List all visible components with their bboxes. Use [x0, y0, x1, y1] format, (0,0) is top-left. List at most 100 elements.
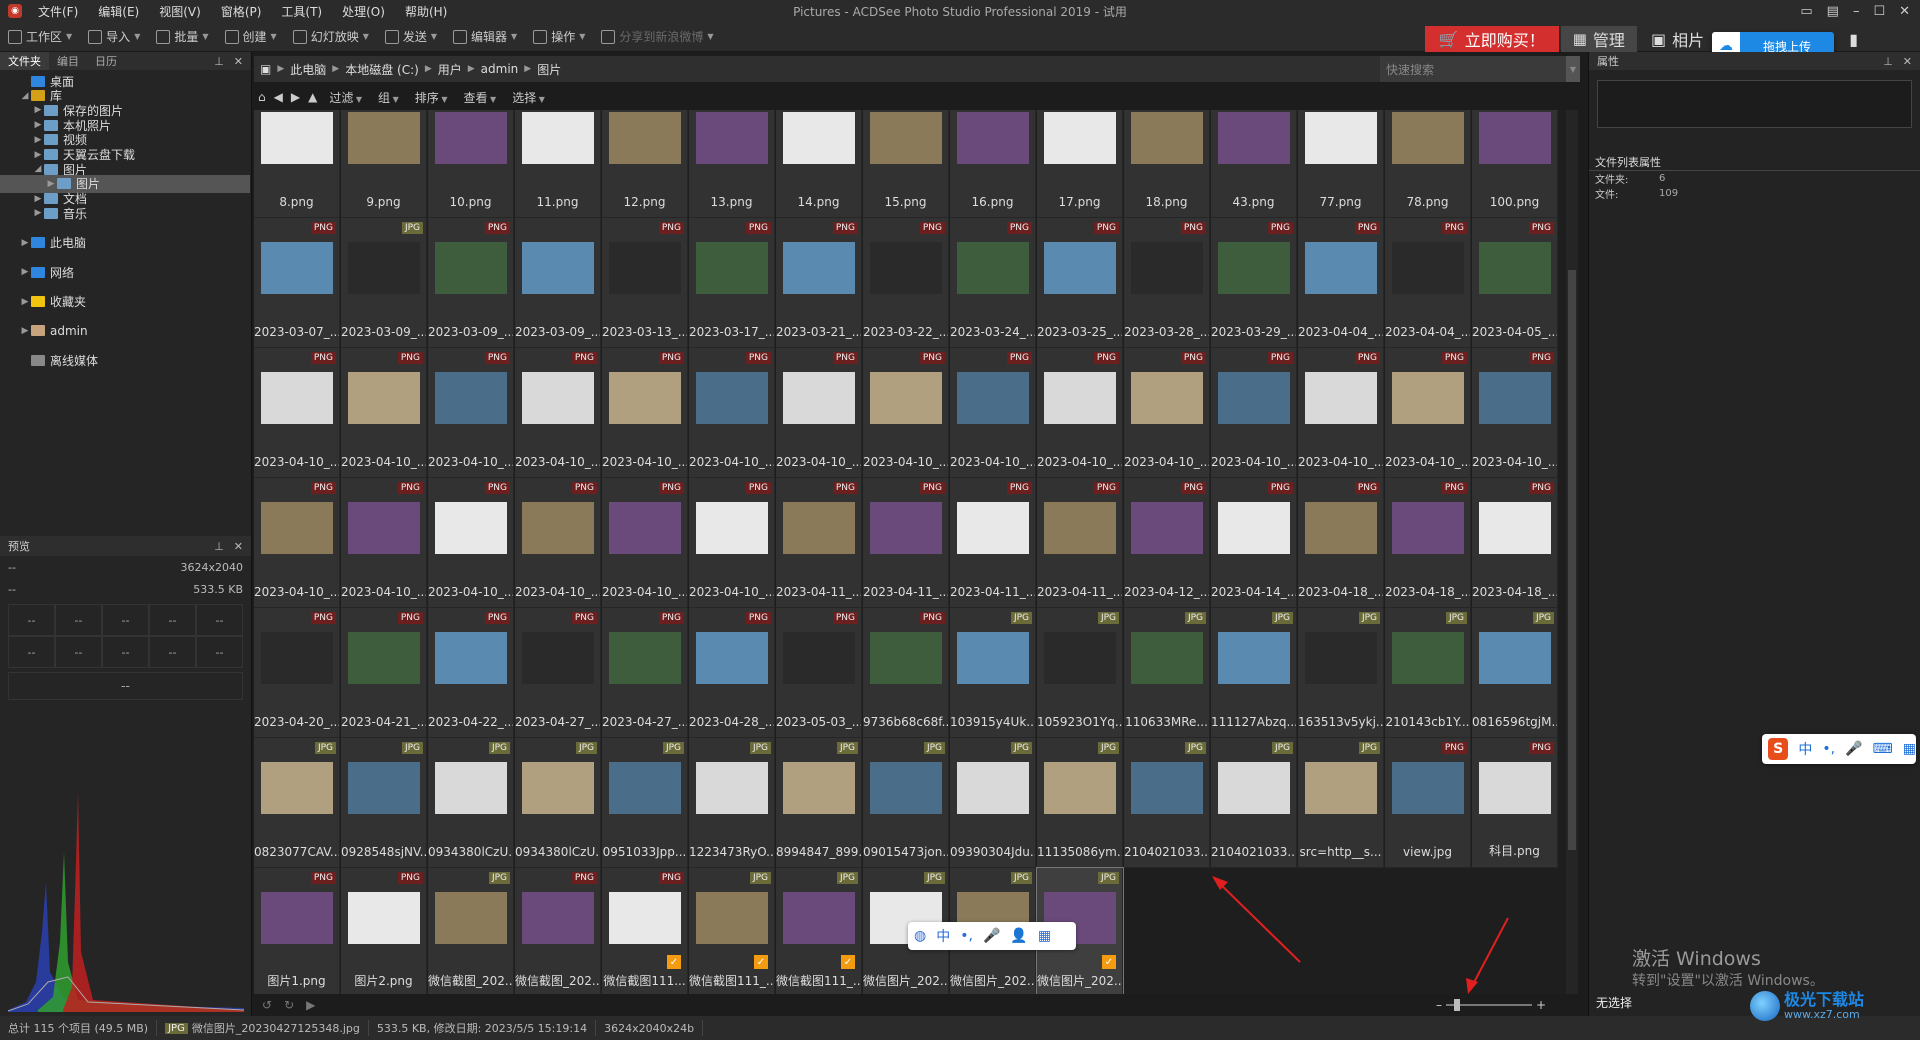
thumbnail-tile[interactable]: JPG 0816596tgjM...: [1472, 608, 1558, 738]
tab-dashboard[interactable]: ▮: [1837, 26, 1870, 52]
thumbnail-tile[interactable]: JPG src=http__s...: [1298, 738, 1384, 868]
toolbar-button-1[interactable]: 导入 ▼: [80, 28, 148, 45]
menu-help[interactable]: 帮助(H): [395, 3, 457, 20]
thumbnail-tile[interactable]: PNG 2023-04-04_...: [1385, 218, 1471, 348]
sogou-ime-toolbar[interactable]: S 中 •, 🎤 ⌨ ▦: [1762, 734, 1916, 764]
thumbnail-tile[interactable]: PNG 2023-04-28_...: [689, 608, 775, 738]
thumbnail-tile[interactable]: JPG 103915y4Uk...: [950, 608, 1036, 738]
thumbnail-tile[interactable]: PNG 2023-03-17_...: [689, 218, 775, 348]
thumbnail-tile[interactable]: PNG 2023-04-10_...: [776, 348, 862, 478]
thumbnail-tile[interactable]: PNG 2023-04-18_...: [1298, 478, 1384, 608]
thumbnail-tile[interactable]: PNG 2023-03-13_...: [602, 218, 688, 348]
file-list-scrollbar[interactable]: [1566, 110, 1578, 994]
layout2-icon[interactable]: ▤: [1827, 4, 1839, 19]
back-icon[interactable]: ◀: [270, 90, 287, 104]
toolbar-button-8[interactable]: 分享到新浪微博 ▼: [593, 28, 721, 45]
tree-expand-icon[interactable]: ▶: [32, 208, 44, 218]
thumbnail-tile[interactable]: 9.png: [341, 110, 427, 218]
tree-expand-icon[interactable]: ▶: [19, 326, 31, 336]
panel-close-icon[interactable]: ✕: [234, 55, 243, 68]
thumbnail-tile[interactable]: PNG 图片1.png: [254, 868, 340, 994]
thumbnail-tile[interactable]: 78.png: [1385, 110, 1471, 218]
thumbnail-tile[interactable]: PNG 图片2.png: [341, 868, 427, 994]
tab-manage[interactable]: ▦ 管理: [1560, 26, 1637, 52]
thumbnail-tile[interactable]: 11.png: [515, 110, 601, 218]
ifly-punct-icon[interactable]: •,: [960, 928, 973, 944]
thumbnail-tile[interactable]: PNG 2023-03-28_...: [1124, 218, 1210, 348]
breadcrumb-separator-icon[interactable]: ▶: [332, 64, 339, 74]
ifly-mic-icon[interactable]: 🎤: [983, 928, 1000, 944]
thumbnail-tile[interactable]: PNG 2023-04-14_...: [1211, 478, 1297, 608]
menu-tools[interactable]: 工具(T): [271, 3, 332, 20]
tab-photos[interactable]: ▣ 相片: [1639, 26, 1716, 52]
zoom-track[interactable]: [1446, 999, 1532, 1011]
thumbnail-tile[interactable]: PNG 2023-04-18_...: [1472, 478, 1558, 608]
quick-search-input[interactable]: 快速搜索 ▼: [1380, 56, 1580, 82]
thumbnail-tile[interactable]: PNG 科目.png: [1472, 738, 1558, 868]
thumbnail-tile[interactable]: JPG ✓ 微信截图111_...: [776, 868, 862, 994]
home-icon[interactable]: ⌂: [254, 90, 270, 104]
thumbnail-tile[interactable]: PNG 9736b68c68f...: [863, 608, 949, 738]
breadcrumb-item[interactable]: 此电脑: [284, 61, 332, 78]
pin-icon[interactable]: ⊥: [214, 55, 224, 68]
tree-expand-icon[interactable]: ▶: [19, 297, 31, 307]
filter-menu-4[interactable]: 选择 ▼: [504, 89, 553, 106]
slideshow-icon[interactable]: ▶: [306, 998, 315, 1012]
search-dropdown-icon[interactable]: ▼: [1566, 56, 1580, 82]
thumbnail-tile[interactable]: PNG 2023-04-10_...: [863, 348, 949, 478]
zoom-knob[interactable]: [1454, 999, 1460, 1011]
tree-expand-icon[interactable]: ▶: [19, 238, 31, 248]
thumbnail-tile[interactable]: PNG view.jpg: [1385, 738, 1471, 868]
thumbnail-tile[interactable]: JPG 0934380lCzU...: [428, 738, 514, 868]
folder-tree-item[interactable]: 离线媒体: [0, 351, 250, 369]
thumbnail-tile[interactable]: PNG 2023-04-10_...: [602, 348, 688, 478]
thumbnail-tile[interactable]: PNG 2023-04-10_...: [341, 348, 427, 478]
toolbar-button-7[interactable]: 操作 ▼: [525, 28, 593, 45]
mic-icon[interactable]: 🎤: [1845, 741, 1862, 757]
thumbnail-tile[interactable]: PNG 2023-04-12_...: [1124, 478, 1210, 608]
thumbnail-tile[interactable]: PNG 2023-04-10_...: [428, 348, 514, 478]
thumbnail-tile[interactable]: JPG 2104021033...: [1211, 738, 1297, 868]
thumbnail-tile[interactable]: 100.png: [1472, 110, 1558, 218]
thumbnail-tile[interactable]: PNG 2023-04-11_...: [776, 478, 862, 608]
breadcrumb-item[interactable]: 图片: [531, 61, 567, 78]
thumbnail-tile[interactable]: JPG 11135086ym...: [1037, 738, 1123, 868]
thumbnail-tile[interactable]: 16.png: [950, 110, 1036, 218]
thumbnail-tile[interactable]: JPG 微信截图_202...: [428, 868, 514, 994]
thumbnail-tile[interactable]: 13.png: [689, 110, 775, 218]
thumbnail-tile[interactable]: PNG 2023-04-27_...: [515, 608, 601, 738]
tagged-check-icon[interactable]: ✓: [754, 955, 768, 969]
menu-pane[interactable]: 窗格(P): [211, 3, 272, 20]
thumbnail-tile[interactable]: PNG 2023-04-22_...: [428, 608, 514, 738]
thumbnail-tile[interactable]: 18.png: [1124, 110, 1210, 218]
toolbar-button-4[interactable]: 幻灯放映 ▼: [285, 28, 377, 45]
thumbnail-tile[interactable]: PNG 2023-05-03_...: [776, 608, 862, 738]
menu-process[interactable]: 处理(O): [332, 3, 395, 20]
filter-menu-1[interactable]: 组 ▼: [370, 89, 407, 106]
ifly-apps-icon[interactable]: ▦: [1038, 928, 1051, 944]
breadcrumb-separator-icon[interactable]: ▶: [277, 64, 284, 74]
tab-folders[interactable]: 文件夹: [0, 52, 49, 70]
thumbnail-tile[interactable]: PNG ✓ 微信截图111...: [602, 868, 688, 994]
thumbnail-tile[interactable]: PNG 2023-03-07_...: [254, 218, 340, 348]
toolbar-button-2[interactable]: 批量 ▼: [148, 28, 216, 45]
breadcrumb-item[interactable]: admin: [475, 62, 525, 76]
toolbar-button-0[interactable]: 工作区 ▼: [0, 28, 80, 45]
filter-menu-0[interactable]: 过滤 ▼: [321, 89, 370, 106]
thumbnail-tile[interactable]: JPG 09390304Jdu...: [950, 738, 1036, 868]
thumbnail-tile[interactable]: JPG 105923O1Yq...: [1037, 608, 1123, 738]
thumbnail-tile[interactable]: PNG 2023-04-10_...: [602, 478, 688, 608]
tagged-check-icon[interactable]: ✓: [667, 955, 681, 969]
thumbnail-tile[interactable]: PNG 2023-04-21_...: [341, 608, 427, 738]
tree-expand-icon[interactable]: ◢: [19, 91, 31, 101]
thumbnail-tile[interactable]: JPG 2023-03-09_...: [341, 218, 427, 348]
thumbnail-tile[interactable]: 77.png: [1298, 110, 1384, 218]
toolbar-button-6[interactable]: 编辑器 ▼: [445, 28, 525, 45]
layout-icon[interactable]: ▭: [1800, 4, 1812, 19]
scroll-thumb[interactable]: [1568, 270, 1576, 850]
thumbnail-tile[interactable]: PNG 2023-04-04_...: [1298, 218, 1384, 348]
thumbnail-tile[interactable]: PNG 2023-04-20_...: [254, 608, 340, 738]
tree-expand-icon[interactable]: ▶: [32, 150, 44, 160]
thumbnail-tile[interactable]: JPG 09015473jon...: [863, 738, 949, 868]
pin-icon[interactable]: ⊥: [1883, 55, 1893, 68]
